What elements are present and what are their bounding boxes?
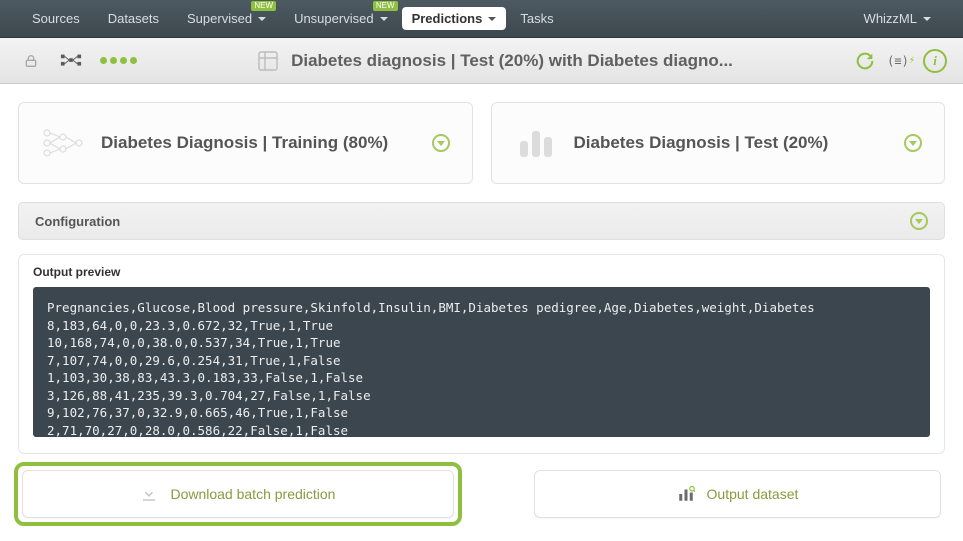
top-nav: Sources Datasets Supervised NEW Unsuperv… bbox=[0, 0, 963, 38]
download-batch-prediction-button[interactable]: Download batch prediction bbox=[22, 470, 454, 518]
chevron-down-icon bbox=[380, 17, 388, 21]
training-card[interactable]: Diabetes Diagnosis | Training (80%) bbox=[18, 102, 473, 184]
nav-predictions[interactable]: Predictions bbox=[402, 7, 507, 30]
subheader-right: (≡)⚡ i bbox=[851, 47, 947, 75]
nav-right: WhizzML bbox=[850, 5, 945, 32]
nav-label: Predictions bbox=[412, 11, 483, 26]
output-preview-text[interactable]: Pregnancies,Glucose,Blood pressure,Skinf… bbox=[33, 287, 930, 437]
network-type-button[interactable] bbox=[56, 46, 86, 76]
nav-tasks[interactable]: Tasks bbox=[506, 5, 567, 32]
nav-supervised[interactable]: Supervised NEW bbox=[173, 5, 280, 32]
nav-label: Sources bbox=[32, 11, 80, 26]
configuration-row[interactable]: Configuration bbox=[18, 202, 945, 240]
lock-icon bbox=[23, 53, 39, 69]
download-icon bbox=[140, 485, 158, 503]
deepnet-model-icon bbox=[41, 121, 85, 165]
expand-config-icon bbox=[910, 212, 928, 230]
nav-label: Datasets bbox=[108, 11, 159, 26]
nav-datasets[interactable]: Datasets bbox=[94, 5, 173, 32]
refresh-icon bbox=[854, 50, 876, 72]
status-dots bbox=[100, 57, 137, 64]
output-dataset-button[interactable]: Output dataset bbox=[534, 470, 941, 518]
refresh-button[interactable] bbox=[851, 47, 879, 75]
nav-label: WhizzML bbox=[864, 11, 917, 26]
page-title: Diabetes diagnosis | Test (20%) with Dia… bbox=[291, 51, 733, 71]
download-wrap: Download batch prediction bbox=[22, 470, 454, 518]
new-badge: NEW bbox=[373, 1, 398, 11]
title-wrap: Diabetes diagnosis | Test (20%) with Dia… bbox=[147, 48, 841, 74]
training-title: Diabetes Diagnosis | Training (80%) bbox=[101, 133, 416, 153]
bar-chart-icon bbox=[677, 485, 695, 503]
info-button[interactable]: i bbox=[923, 49, 947, 73]
nav-label: Unsupervised bbox=[294, 11, 374, 26]
nav-label: Supervised bbox=[187, 11, 252, 26]
deepnet-icon bbox=[60, 52, 82, 70]
nav-unsupervised[interactable]: Unsupervised NEW bbox=[280, 5, 402, 32]
chevron-down-icon bbox=[923, 17, 931, 21]
nav-left: Sources Datasets Supervised NEW Unsuperv… bbox=[18, 5, 568, 32]
test-title: Diabetes Diagnosis | Test (20%) bbox=[574, 133, 889, 153]
dataset-icon bbox=[514, 121, 558, 165]
download-label: Download batch prediction bbox=[170, 486, 335, 502]
resource-cards: Diabetes Diagnosis | Training (80%) Diab… bbox=[18, 102, 945, 184]
test-card[interactable]: Diabetes Diagnosis | Test (20%) bbox=[491, 102, 946, 184]
main-content: Diabetes Diagnosis | Training (80%) Diab… bbox=[0, 84, 963, 536]
sub-header: Diabetes diagnosis | Test (20%) with Dia… bbox=[0, 38, 963, 84]
expand-button[interactable] bbox=[904, 134, 922, 152]
nav-sources[interactable]: Sources bbox=[18, 5, 94, 32]
chevron-down-icon bbox=[488, 17, 496, 21]
configuration-label: Configuration bbox=[35, 214, 120, 229]
batch-prediction-icon bbox=[255, 48, 281, 74]
output-wrap: Output dataset bbox=[534, 470, 941, 518]
expand-button[interactable] bbox=[432, 134, 450, 152]
script-button[interactable]: (≡)⚡ bbox=[887, 47, 915, 75]
nav-label: Tasks bbox=[520, 11, 553, 26]
action-buttons: Download batch prediction Output dataset bbox=[18, 470, 945, 518]
output-preview-panel: Output preview Pregnancies,Glucose,Blood… bbox=[18, 254, 945, 454]
output-label: Output dataset bbox=[707, 486, 799, 502]
nav-whizzml[interactable]: WhizzML bbox=[850, 5, 945, 32]
output-preview-label: Output preview bbox=[33, 265, 930, 279]
new-badge: NEW bbox=[251, 1, 276, 11]
chevron-down-icon bbox=[258, 17, 266, 21]
privacy-lock-button[interactable] bbox=[16, 46, 46, 76]
